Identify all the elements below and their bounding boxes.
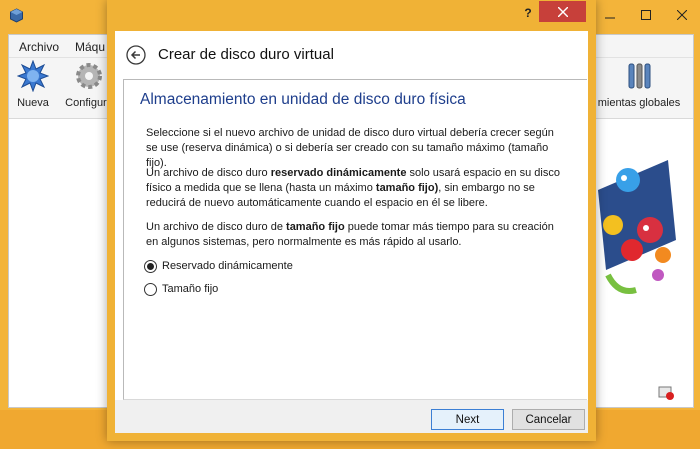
menu-file[interactable]: Archivo xyxy=(19,40,59,54)
back-arrow-icon[interactable] xyxy=(126,45,146,65)
close-button[interactable] xyxy=(539,1,586,22)
dialog-title: Crear de disco duro virtual xyxy=(158,46,334,63)
radio-fixed-indicator[interactable] xyxy=(144,282,157,296)
dynamic-description: Un archivo de disco duro reservado dinám… xyxy=(146,167,560,209)
next-button[interactable]: Next xyxy=(431,409,504,430)
global-tools-icon xyxy=(628,63,651,89)
dialog-footer: Next Cancelar xyxy=(115,400,588,433)
global-tools-label: mientas globales xyxy=(597,97,681,109)
intro-text: Seleccione si el nuevo archivo de unidad… xyxy=(146,127,554,169)
global-tools-button[interactable]: mientas globales xyxy=(587,60,691,109)
close-main-icon[interactable] xyxy=(664,0,700,30)
close-icon xyxy=(557,6,568,17)
wizard-page: Almacenamiento en unidad de disco duro f… xyxy=(123,79,587,400)
minimize-icon[interactable] xyxy=(592,0,628,30)
vm-list[interactable] xyxy=(9,119,110,407)
virtualbox-logo-icon xyxy=(10,8,23,23)
radio-dynamic-indicator[interactable] xyxy=(144,259,157,273)
radio-dynamic[interactable]: Reservado dinámicamente xyxy=(144,257,293,275)
radio-fixed-label: Tamaño fijo xyxy=(162,283,219,295)
maximize-icon[interactable] xyxy=(628,0,664,30)
new-label: Nueva xyxy=(17,97,49,109)
create-disk-dialog: ? Crear de disco duro virtual Almacenami… xyxy=(107,0,596,441)
dialog-header: Crear de disco duro virtual xyxy=(115,31,588,79)
radio-fixed[interactable]: Tamaño fijo xyxy=(144,280,218,298)
new-vm-button[interactable]: Nueva xyxy=(13,59,53,109)
menu-machine[interactable]: Máqu xyxy=(75,40,105,54)
radio-selected-dot xyxy=(147,262,154,270)
gear-icon xyxy=(76,63,102,89)
dialog-body: Crear de disco duro virtual Almacenamien… xyxy=(115,31,588,433)
cancel-button[interactable]: Cancelar xyxy=(512,409,585,430)
dialog-titlebar: ? xyxy=(107,0,596,30)
radio-dynamic-label: Reservado dinámicamente xyxy=(162,260,293,272)
help-button[interactable]: ? xyxy=(517,6,539,24)
new-starburst-icon xyxy=(16,59,50,93)
virtualbox-mascot-image xyxy=(598,160,676,294)
main-window-controls xyxy=(592,0,700,30)
notification-icon[interactable] xyxy=(658,384,674,400)
section-title: Almacenamiento en unidad de disco duro f… xyxy=(140,91,466,108)
fixed-description: Un archivo de disco duro de tamaño fijo … xyxy=(146,221,554,248)
